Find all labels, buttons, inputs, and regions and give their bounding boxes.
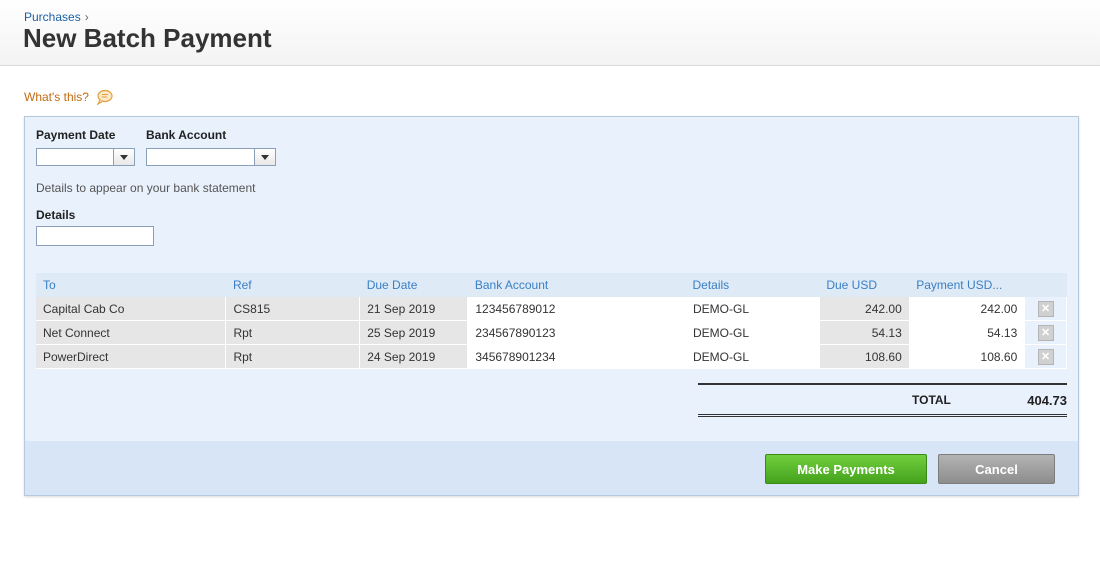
total-double-rule	[698, 414, 1067, 417]
payments-table: To Ref Due Date Bank Account Details Due…	[36, 273, 1067, 369]
table-row: Capital Cab Co CS815 21 Sep 2019 1234567…	[36, 297, 1067, 321]
remove-row-button[interactable]: ✕	[1024, 297, 1067, 321]
chevron-down-icon[interactable]	[254, 149, 275, 165]
speech-bubble-icon	[96, 89, 113, 105]
cell-ref: CS815	[225, 297, 361, 321]
cell-to: PowerDirect	[36, 344, 227, 369]
cell-payment-input[interactable]: 54.13	[909, 320, 1026, 345]
cell-bank-account-input[interactable]: 234567890123	[467, 320, 686, 345]
column-header-remove	[1024, 273, 1067, 297]
cell-bank-account-input[interactable]: 345678901234	[467, 344, 686, 369]
details-input[interactable]	[36, 226, 154, 246]
column-header-bank-account[interactable]: Bank Account	[467, 273, 686, 297]
payment-date-dropdown[interactable]	[36, 148, 135, 166]
column-header-due-date[interactable]: Due Date	[359, 273, 468, 297]
cancel-button[interactable]: Cancel	[938, 454, 1055, 484]
chevron-down-icon[interactable]	[113, 149, 134, 165]
column-header-ref[interactable]: Ref	[225, 273, 360, 297]
breadcrumb: Purchases ›	[24, 10, 89, 24]
cell-due-date: 24 Sep 2019	[359, 344, 469, 369]
batch-payment-panel: Payment Date Bank Account Details to app…	[24, 116, 1079, 496]
cell-due-usd: 54.13	[819, 320, 910, 345]
bank-account-dropdown[interactable]	[146, 148, 276, 166]
statement-hint: Details to appear on your bank statement	[36, 181, 256, 195]
breadcrumb-purchases-link[interactable]: Purchases	[24, 10, 81, 24]
column-header-to[interactable]: To	[36, 273, 226, 297]
cell-payment-input[interactable]: 108.60	[909, 344, 1026, 369]
cell-ref: Rpt	[225, 344, 361, 369]
page-header: Purchases › New Batch Payment	[0, 0, 1100, 66]
details-label: Details	[36, 208, 76, 222]
remove-row-button[interactable]: ✕	[1024, 320, 1067, 345]
table-row: PowerDirect Rpt 24 Sep 2019 345678901234…	[36, 344, 1067, 369]
whats-this-link[interactable]: What's this?	[24, 89, 113, 105]
column-header-payment-usd[interactable]: Payment USD...	[909, 273, 1025, 297]
remove-row-button[interactable]: ✕	[1024, 344, 1067, 369]
cell-to: Net Connect	[36, 320, 227, 345]
cell-due-usd: 108.60	[819, 344, 910, 369]
payment-date-label: Payment Date	[36, 128, 116, 142]
make-payments-button[interactable]: Make Payments	[765, 454, 927, 484]
cell-ref: Rpt	[225, 320, 361, 345]
column-header-details[interactable]: Details	[685, 273, 820, 297]
table-row: Net Connect Rpt 25 Sep 2019 234567890123…	[36, 320, 1067, 345]
cell-bank-account-input[interactable]: 123456789012	[467, 297, 686, 321]
close-icon: ✕	[1037, 300, 1054, 317]
total-label: TOTAL	[912, 393, 951, 407]
cell-due-usd: 242.00	[819, 297, 910, 321]
total-value: 404.73	[1027, 393, 1067, 408]
cell-due-date: 25 Sep 2019	[359, 320, 469, 345]
close-icon: ✕	[1037, 348, 1054, 365]
breadcrumb-separator: ›	[84, 10, 89, 24]
cell-to: Capital Cab Co	[36, 297, 227, 321]
cell-due-date: 21 Sep 2019	[359, 297, 469, 321]
page-title: New Batch Payment	[23, 23, 272, 53]
close-icon: ✕	[1037, 324, 1054, 341]
total-top-rule	[698, 383, 1067, 385]
cell-details-input[interactable]: DEMO-GL	[685, 320, 820, 345]
cell-details-input[interactable]: DEMO-GL	[685, 344, 820, 369]
cell-payment-input[interactable]: 242.00	[909, 297, 1026, 321]
cell-details-input[interactable]: DEMO-GL	[685, 297, 820, 321]
bank-account-label: Bank Account	[146, 128, 227, 142]
whats-this-label: What's this?	[24, 90, 89, 104]
table-header-row: To Ref Due Date Bank Account Details Due…	[36, 273, 1067, 297]
column-header-due-usd[interactable]: Due USD	[819, 273, 910, 297]
action-bar: Make Payments Cancel	[25, 441, 1078, 495]
